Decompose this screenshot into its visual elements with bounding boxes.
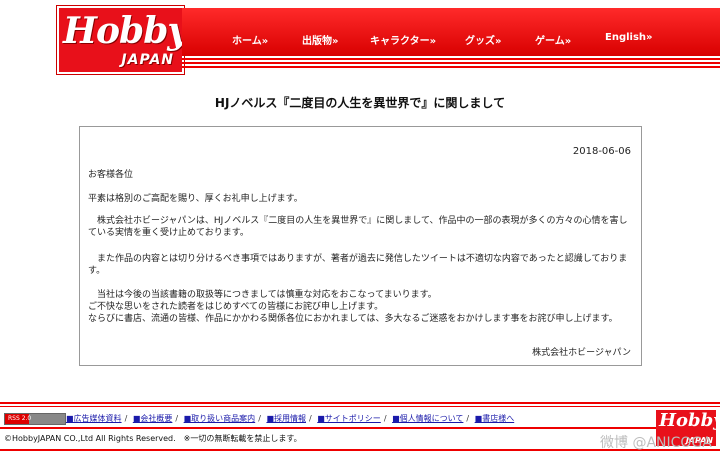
logo-hobby-text: Hobby — [63, 10, 188, 52]
nav-games[interactable]: ゲーム» — [535, 32, 571, 47]
notice-paragraph-3: また作品の内容とは切り分けるべき事項ではありますが、著者が過去に発信したツイート… — [88, 254, 628, 276]
rss-badge-label: RSS 2.0 — [8, 415, 32, 422]
footer-sep: / — [175, 414, 179, 423]
rss-badge[interactable]: RSS 2.0 — [4, 413, 66, 425]
footer-link-products[interactable]: ■取り扱い商品案内 — [184, 414, 256, 423]
notice-greeting: お客様各位 — [88, 170, 134, 180]
notice-paragraph-2: 株式会社ホビージャパンは、HJノベルス『二度目の人生を異世界で』に関しまして、作… — [88, 216, 628, 238]
footer-rule — [0, 402, 720, 404]
footer-sep: / — [466, 414, 470, 423]
footer-rule-thin — [0, 406, 720, 407]
footer-links: ■広告媒体資料 / ■会社概要 / ■取り扱い商品案内 / ■採用情報 / ■サイトポリ… — [66, 413, 514, 424]
copyright: ©HobbyJAPAN CO.,Ltd All Rights Reserved.… — [4, 434, 302, 443]
footer-link-company[interactable]: ■会社概要 — [133, 414, 173, 423]
notice-date: 2018-06-06 — [572, 146, 631, 157]
footer-link-privacy[interactable]: ■個人情報について — [392, 414, 463, 423]
footer-sep: / — [258, 414, 261, 423]
weibo-watermark: 微博 @ANICOGA — [600, 435, 712, 451]
footer-link-policy[interactable]: ■サイトポリシー — [317, 414, 381, 423]
footer-logo-hobby: Hobby — [659, 410, 720, 431]
nav-home[interactable]: ホーム» — [232, 32, 268, 47]
nav-goods[interactable]: グッズ» — [465, 32, 501, 47]
footer-link-bookstores[interactable]: ■書店様へ — [475, 414, 515, 423]
notice-paragraph-4a: 当社は今後の当該書籍の取扱等につきましては慎重な対応をおこなってまいります。 — [88, 290, 437, 300]
page-title: HJノベルス『二度目の人生を異世界で』に関しまして — [214, 96, 506, 110]
notice-paragraph-4b: ご不快な思いをされた読者をはじめすべての皆様にお詫び申し上げます。 — [88, 302, 384, 312]
site-header: Hobby JAPAN ホーム» 出版物» キャラクター» グッズ» ゲーム» … — [0, 0, 720, 76]
main-nav: ホーム» 出版物» キャラクター» グッズ» ゲーム» English» — [182, 8, 720, 56]
footer-sep: / — [309, 414, 312, 423]
logo-japan-text: JAPAN — [121, 52, 174, 68]
nav-stripes — [182, 58, 720, 70]
nav-publications[interactable]: 出版物» — [302, 32, 338, 47]
footer-rule-mid — [0, 427, 700, 429]
nav-english[interactable]: English» — [605, 32, 653, 43]
notice-paragraph-4c: ならびに書店、流通の皆様、作品にかかわる関係各位におかれましては、多大なるご迷惑… — [88, 314, 618, 324]
footer-link-recruit[interactable]: ■採用情報 — [266, 414, 306, 423]
notice-paragraph-1: 平素は格別のご高配を賜り、厚くお礼申し上げます。 — [88, 194, 303, 204]
notice-box: 2018-06-06 お客様各位 平素は格別のご高配を賜り、厚くお礼申し上げます… — [79, 126, 642, 366]
footer-sep: / — [383, 414, 387, 423]
notice-signature: 株式会社ホビージャパン — [532, 348, 631, 358]
footer-sep: / — [124, 414, 128, 423]
hobby-japan-logo[interactable]: Hobby JAPAN — [56, 5, 188, 75]
footer-link-ad[interactable]: ■広告媒体資料 — [66, 414, 122, 423]
nav-characters[interactable]: キャラクター» — [370, 32, 436, 47]
